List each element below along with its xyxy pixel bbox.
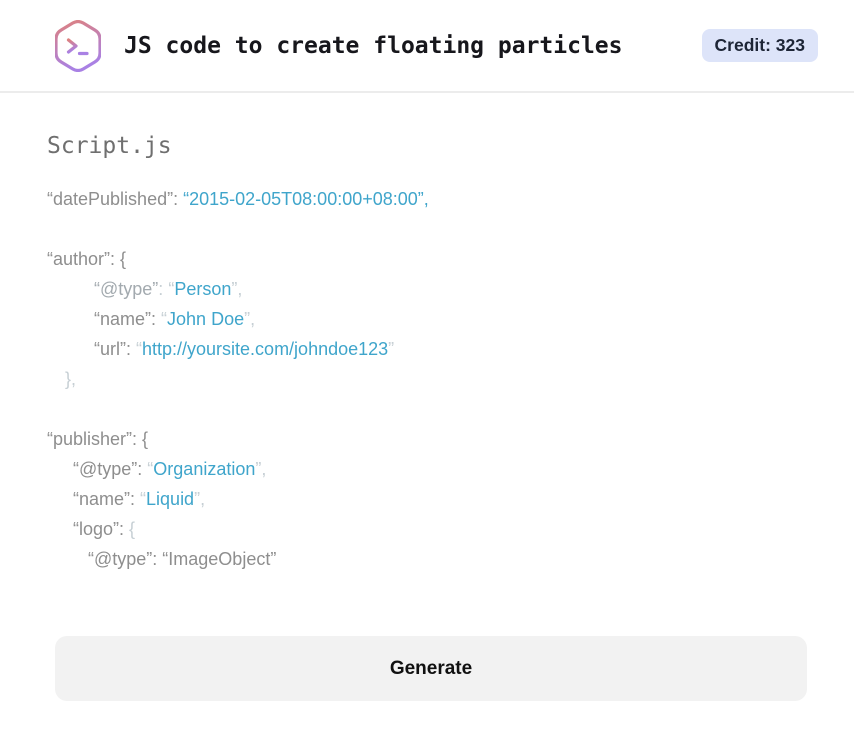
code-line: “author”: {: [47, 249, 127, 269]
code-line: “datePublished”: “2015-02-05T08:00:00+08…: [47, 189, 429, 209]
generate-button[interactable]: Generate: [55, 636, 807, 701]
code-editor: “datePublished”: “2015-02-05T08:00:00+08…: [47, 184, 854, 574]
app-window: JS code to create floating particles Cre…: [0, 0, 854, 701]
code-line: “@type”: “ImageObject”: [88, 549, 277, 569]
page-title: JS code to create floating particles: [124, 32, 623, 59]
credit-badge: Credit: 323: [701, 29, 818, 62]
code-line: “url”: “http://yoursite.com/johndoe123”: [94, 339, 395, 359]
code-line: “@type”: “Organization”,: [73, 459, 267, 479]
header: JS code to create floating particles Cre…: [0, 0, 854, 93]
terminal-prompt-hexagon-icon: [55, 19, 101, 73]
filename-heading: Script.js: [47, 133, 172, 159]
main-content: Script.js “datePublished”: “2015-02-05T0…: [0, 133, 854, 701]
code-line: “publisher”: {: [47, 429, 149, 449]
code-line: “name”: “John Doe”,: [94, 309, 256, 329]
code-line: “@type”: “Person”,: [94, 279, 243, 299]
code-line: “logo”: {: [73, 519, 136, 539]
code-line: },: [65, 369, 77, 389]
code-line: “name”: “Liquid”,: [73, 489, 206, 509]
